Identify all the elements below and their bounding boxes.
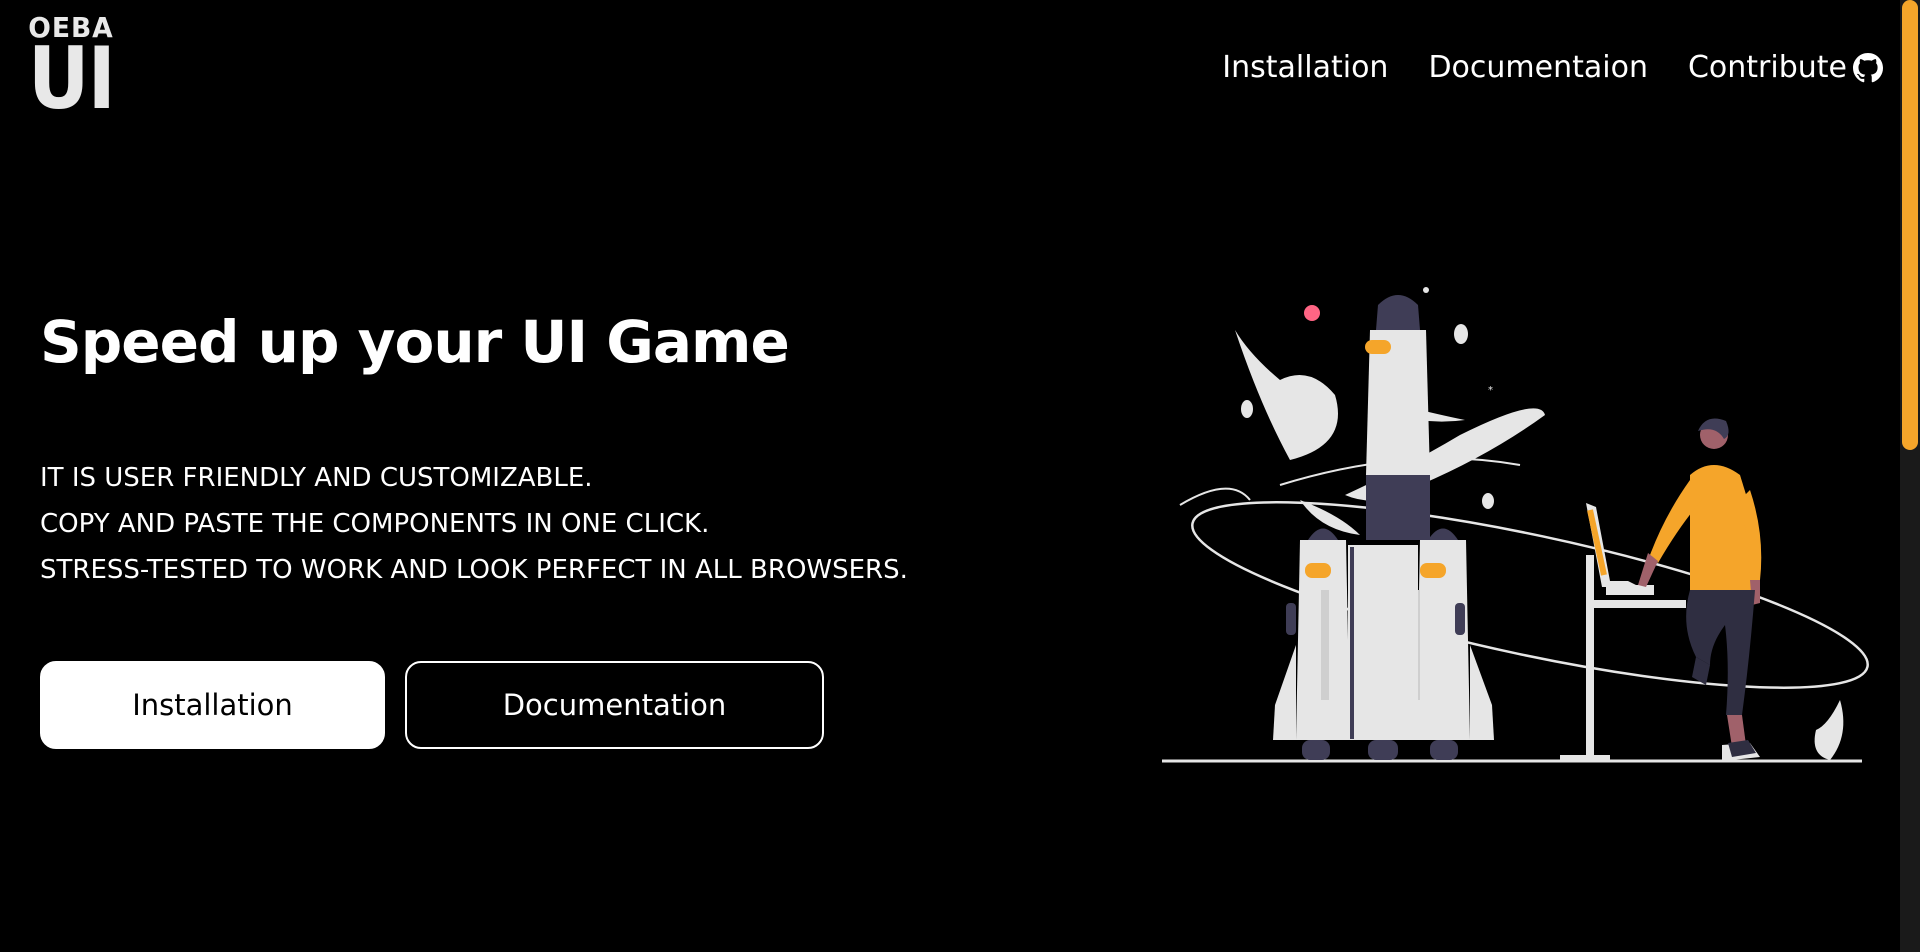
feature-item: COPY AND PASTE THE COMPONENTS IN ONE CLI… <box>40 509 710 539</box>
feature-item: IT IS USER FRIENDLY AND CUSTOMIZABLE. <box>40 463 593 493</box>
scrollbar-thumb[interactable] <box>1902 0 1918 450</box>
star-dot <box>1454 324 1468 344</box>
smoke-wisp <box>1235 330 1338 460</box>
oeba-ui-logo[interactable]: OEBA UI <box>20 14 122 129</box>
sparkle: * <box>1488 385 1493 396</box>
documentation-button[interactable]: Documentation <box>405 661 824 749</box>
nav-documentation-label: Documentaion <box>1428 50 1648 85</box>
pink-planet <box>1304 305 1320 321</box>
left-rocket <box>1273 528 1350 760</box>
nav-contribute-label: Contribute <box>1687 50 1847 85</box>
page-scrollbar[interactable] <box>1900 0 1920 952</box>
installation-button[interactable]: Installation <box>40 661 385 749</box>
hero-title: Speed up your UI Game <box>40 308 790 376</box>
feature-item: STRESS-TESTED TO WORK AND LOOK PERFECT I… <box>40 555 908 585</box>
feature-list: IT IS USER FRIENDLY AND CUSTOMIZABLE. CO… <box>40 455 908 593</box>
star-dot <box>1482 493 1494 509</box>
person-at-laptop <box>1638 418 1762 761</box>
nav-installation-link[interactable]: Installation <box>1222 50 1388 85</box>
plant-leaf <box>1814 700 1844 760</box>
rocket-launch-illustration: * <box>1150 285 1870 769</box>
landing-page: OEBA UI Installation Documentaion Contri… <box>0 0 1920 952</box>
illustration-svg: * <box>1162 287 1869 763</box>
logo-bottom-text: UI <box>27 29 116 129</box>
github-icon <box>1853 52 1883 83</box>
nav-installation-label: Installation <box>1222 50 1389 85</box>
nav-contribute-link[interactable]: Contribute <box>1688 50 1883 85</box>
nav-documentation-link[interactable]: Documentaion <box>1428 50 1648 85</box>
star-dot <box>1423 287 1429 293</box>
top-nav: Installation Documentaion Contribute <box>1222 50 1883 85</box>
center-rocket <box>1365 295 1430 540</box>
star-dot <box>1241 400 1253 418</box>
orbit-arc <box>1179 487 1251 506</box>
